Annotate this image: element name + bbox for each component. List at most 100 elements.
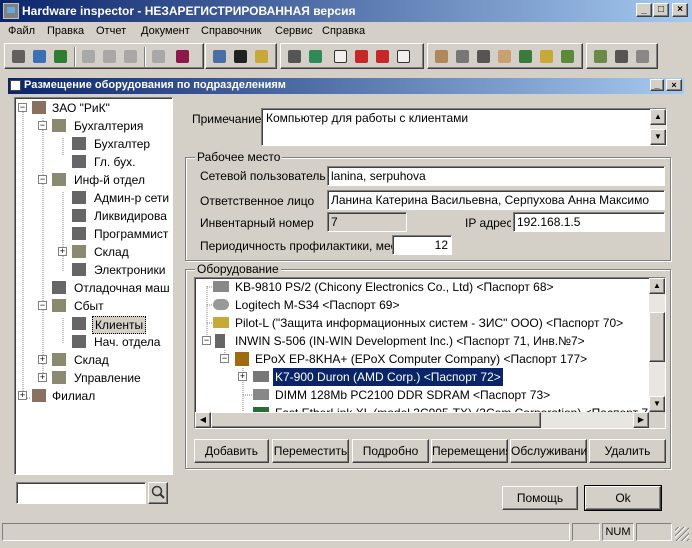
period-field[interactable]: 12 <box>392 235 452 255</box>
cart-icon[interactable] <box>474 47 494 67</box>
calendar-icon[interactable] <box>285 47 305 67</box>
menu-edit[interactable]: Правка <box>47 25 84 37</box>
resize-grip-icon[interactable] <box>675 527 689 541</box>
wrench-icon[interactable] <box>633 47 653 67</box>
scroll-left-icon[interactable]: ◀ <box>195 412 211 428</box>
child-window-title: Размещение оборудования по подразделения… <box>24 79 286 91</box>
scroll-up-icon[interactable]: ▲ <box>650 109 666 125</box>
equipment-tree[interactable]: KB-9810 PS/2 (Chicony Electronics Co., L… <box>194 277 666 429</box>
child-window-icon <box>10 80 21 91</box>
export-excel-icon[interactable] <box>51 47 71 67</box>
tree-search-input[interactable] <box>16 482 146 504</box>
users-icon[interactable] <box>210 47 230 67</box>
copy-docs-icon[interactable] <box>558 47 578 67</box>
menu-help[interactable]: Справка <box>322 25 365 37</box>
find-icon[interactable] <box>231 47 251 67</box>
status-pane-caps <box>572 523 600 541</box>
scroll-right-icon[interactable]: ▶ <box>633 412 649 428</box>
scroll-corner <box>649 412 665 428</box>
cube-icon <box>72 245 86 258</box>
cube-icon <box>52 119 66 132</box>
cube-icon <box>52 173 66 186</box>
delete-button[interactable]: Удалить <box>589 439 666 463</box>
tree-search-button[interactable] <box>148 482 168 504</box>
child-minimize-button[interactable]: _ <box>650 79 664 91</box>
print-preview-icon[interactable] <box>30 47 50 67</box>
book-icon[interactable] <box>173 47 193 67</box>
menu-service[interactable]: Сервис <box>275 25 313 37</box>
menu-report[interactable]: Отчет <box>96 25 126 37</box>
move-button[interactable]: Переместить <box>272 439 349 463</box>
search-icon <box>151 485 165 499</box>
menu-bar: Файл Правка Отчет Документ Справочник Се… <box>0 22 692 41</box>
motherboard-icon <box>235 352 249 366</box>
user-icon <box>72 317 86 330</box>
equipment-hscrollbar[interactable]: ◀ ▶ <box>195 412 649 428</box>
workplace-title: Рабочее место <box>195 150 283 164</box>
note-label: Примечание <box>192 112 262 126</box>
note-scrollbar[interactable]: ▲ ▼ <box>650 109 666 145</box>
menu-file[interactable]: Файл <box>8 25 35 37</box>
document-12b-icon[interactable] <box>373 47 393 67</box>
scroll-thumb[interactable] <box>649 312 665 362</box>
user-icon <box>72 209 86 222</box>
document-12c-icon[interactable] <box>394 47 414 67</box>
status-pane-scroll <box>636 523 672 541</box>
cut-icon[interactable] <box>79 47 99 67</box>
child-close-button[interactable]: × <box>666 79 682 91</box>
keyboard-icon <box>213 281 229 292</box>
grab-icon[interactable] <box>495 47 515 67</box>
inventory-field[interactable]: 7 <box>327 212 407 232</box>
computer-case-icon <box>215 334 225 348</box>
status-num: NUM <box>602 523 634 541</box>
maximize-button[interactable]: □ <box>653 3 669 17</box>
ok-button[interactable]: Ok <box>584 485 662 511</box>
document-12-icon[interactable] <box>352 47 372 67</box>
add-button[interactable]: Добавить <box>194 439 269 463</box>
app-icon <box>3 3 19 19</box>
cube-icon <box>52 353 66 366</box>
tasks-icon[interactable] <box>537 47 557 67</box>
responsible-label: Ответственное лицо <box>200 194 315 208</box>
ip-field[interactable]: 192.168.1.5 <box>513 212 665 232</box>
inventory-label: Инвентарный номер <box>200 216 314 230</box>
building-icon <box>32 389 46 402</box>
scroll-up-icon[interactable]: ▲ <box>649 278 665 294</box>
network-user-field[interactable]: lanina, serpuhova <box>327 166 665 186</box>
scroll-down-icon[interactable]: ▼ <box>650 129 666 145</box>
paste-icon[interactable] <box>121 47 141 67</box>
user-icon <box>72 137 86 150</box>
hscroll-thumb[interactable] <box>211 412 541 428</box>
toolbar-actions <box>427 43 583 69</box>
note-field[interactable]: Компьютер для работы с клиентами ▲ ▼ <box>261 108 667 146</box>
status-bar: NUM <box>0 521 692 543</box>
close-button[interactable]: × <box>672 3 688 17</box>
movements-button[interactable]: Перемещения <box>431 439 508 463</box>
memory-icon <box>253 389 269 400</box>
status-pane-main <box>2 523 570 541</box>
minimize-button[interactable]: _ <box>636 3 652 17</box>
equipment-vscrollbar[interactable]: ▲ ▼ <box>649 278 665 412</box>
toolbar-docs <box>280 43 424 69</box>
details-button[interactable]: Подробно <box>352 439 429 463</box>
menu-reference[interactable]: Справочник <box>201 25 262 37</box>
transfer-icon[interactable] <box>516 47 536 67</box>
user-icon <box>72 263 86 276</box>
window-title: Hardware inspector - НЕЗАРЕГИСТРИРОВАННА… <box>22 4 356 18</box>
printer-user-icon[interactable] <box>612 47 632 67</box>
computer-icon[interactable] <box>306 47 326 67</box>
print-icon[interactable] <box>9 47 29 67</box>
tree-items: − ЗАО "РиК" − Бухгалтерия Бухгалтер Гл. … <box>18 101 170 403</box>
tools-icon[interactable] <box>453 47 473 67</box>
copy-icon[interactable] <box>100 47 120 67</box>
menu-document[interactable]: Документ <box>141 25 190 37</box>
service-button[interactable]: Обслуживание <box>510 439 587 463</box>
shield-icon[interactable] <box>591 47 611 67</box>
undo-icon[interactable] <box>149 47 169 67</box>
responsible-field[interactable]: Ланина Катерина Васильевна, Серпухова Ан… <box>327 190 665 210</box>
help-button[interactable]: Помощь <box>502 486 578 510</box>
document-icon[interactable] <box>331 47 351 67</box>
scroll-down-icon[interactable]: ▼ <box>649 396 665 412</box>
search-doc-icon[interactable] <box>252 47 272 67</box>
hand-cursor-icon[interactable] <box>432 47 452 67</box>
